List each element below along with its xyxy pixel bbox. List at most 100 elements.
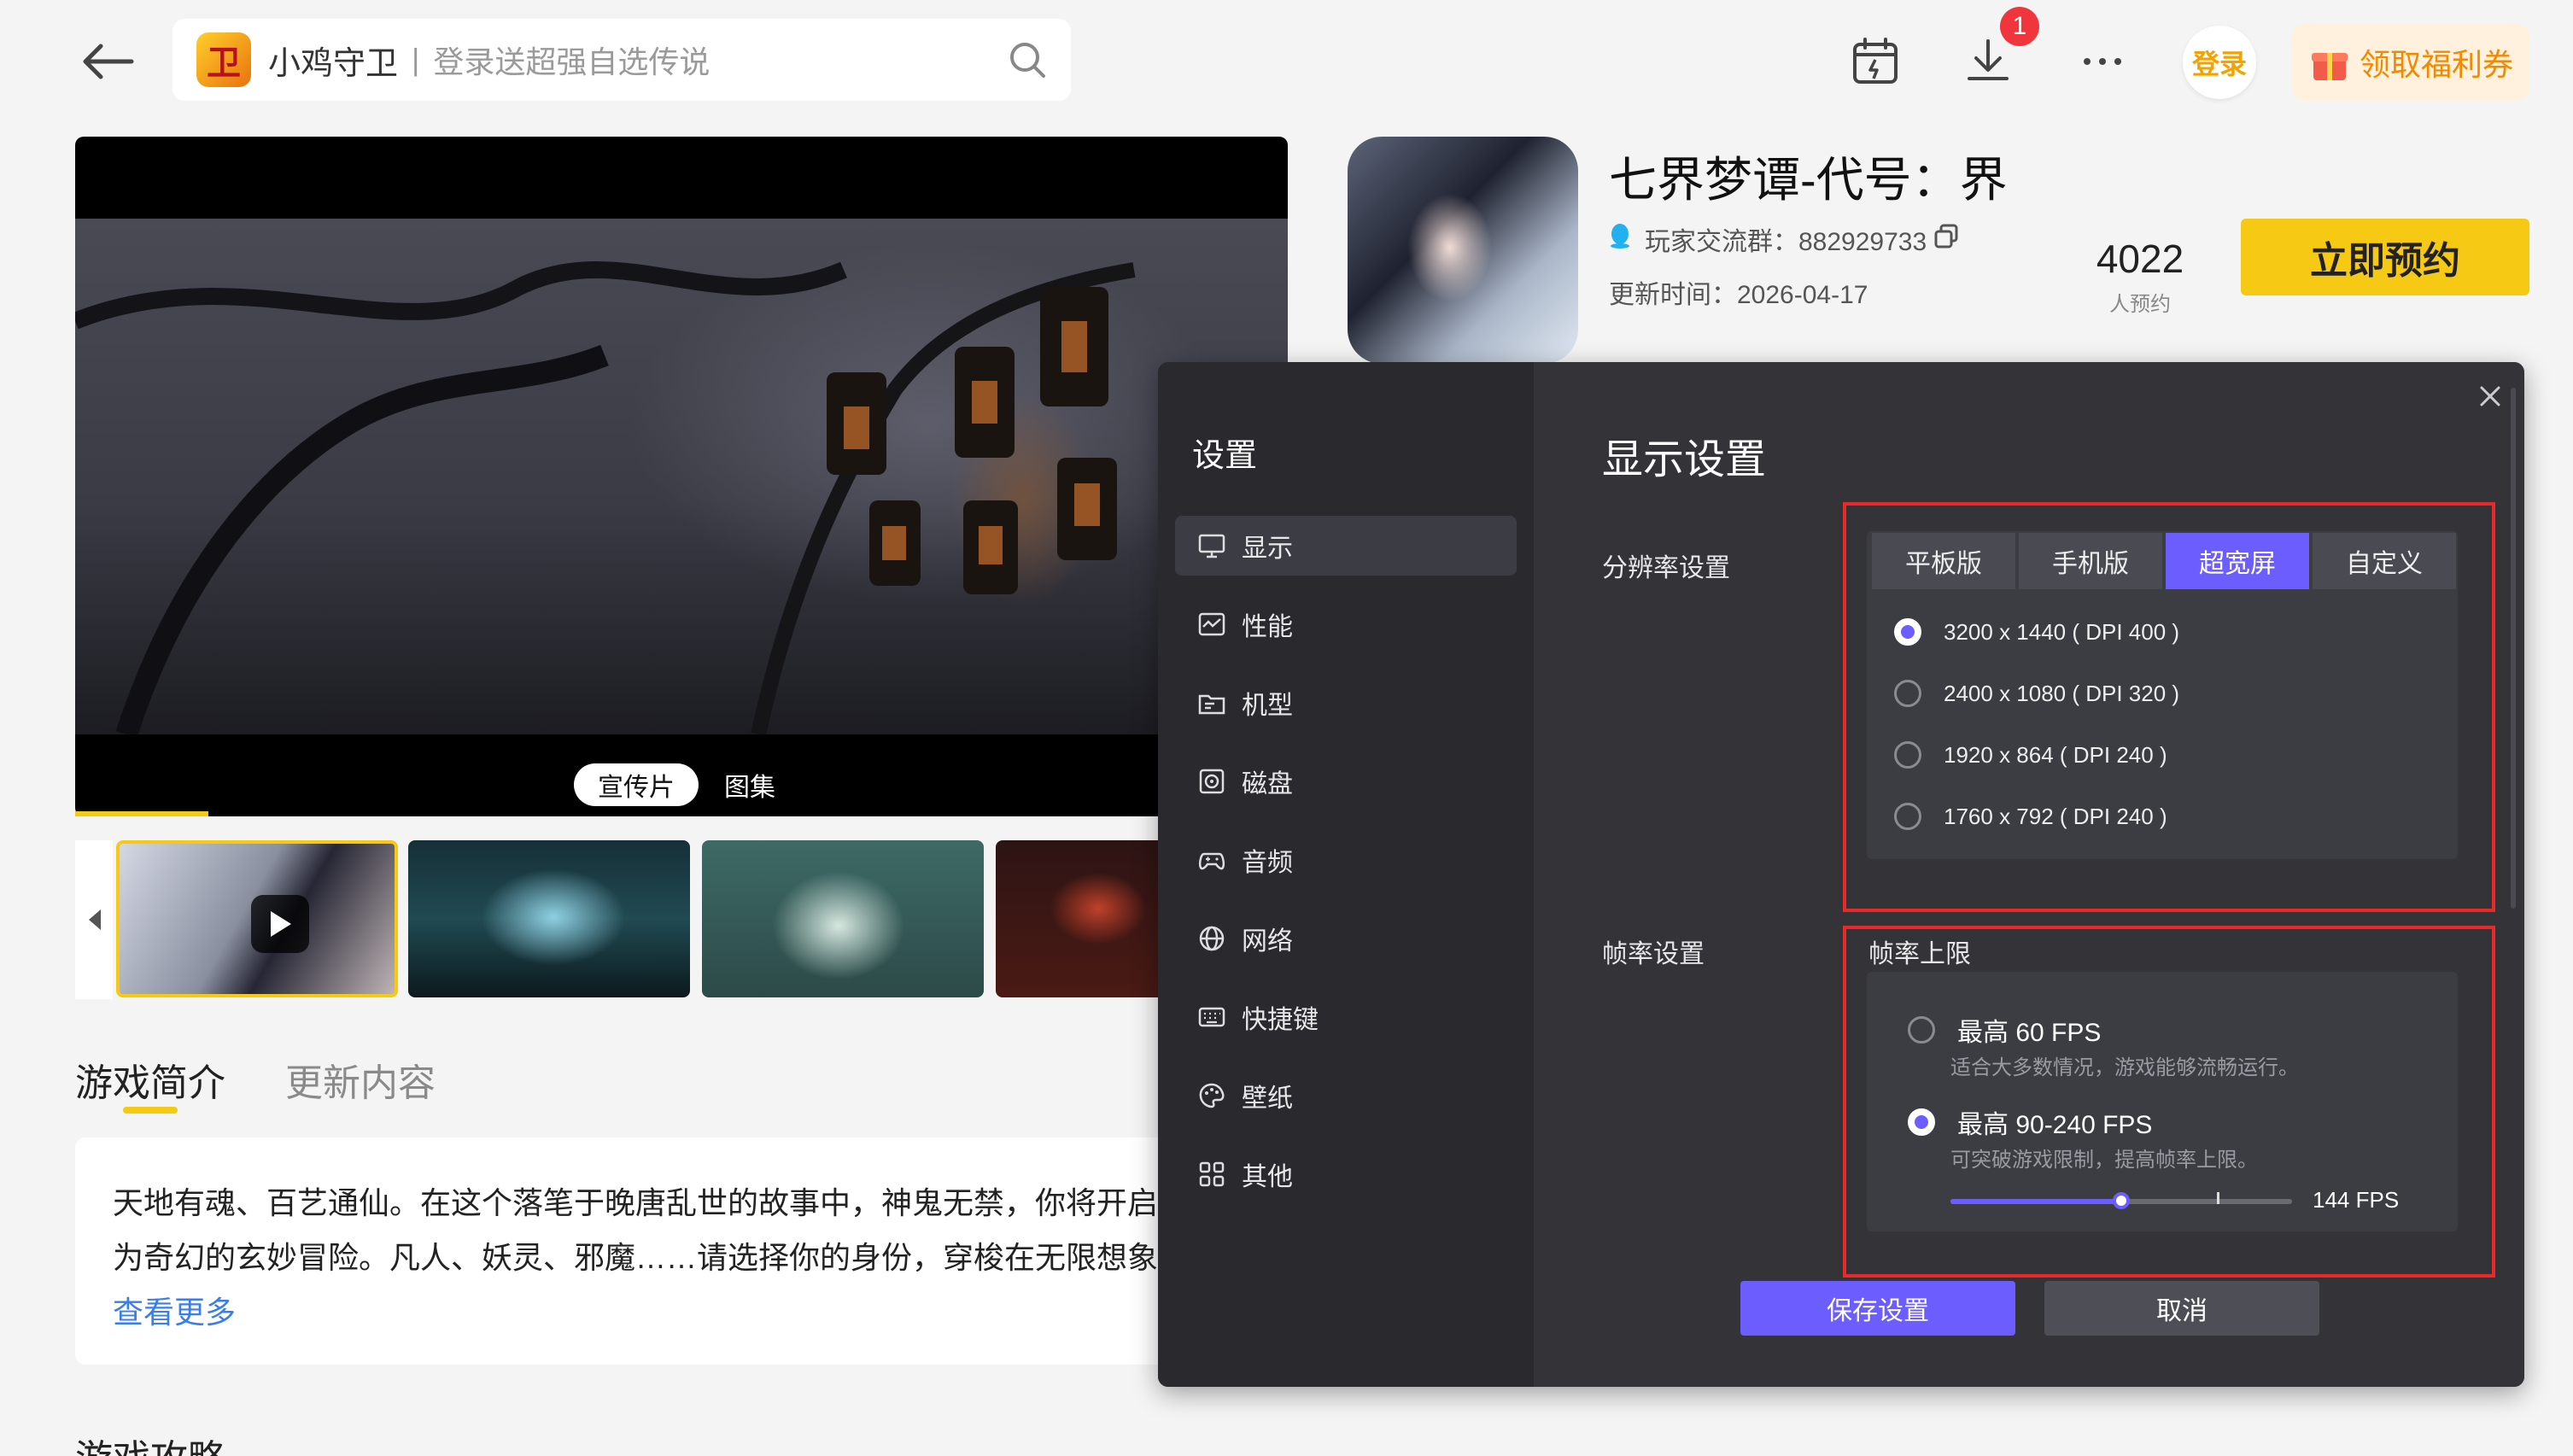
thumbnail-image[interactable] [702,840,984,997]
fps-option-label: 最高 60 FPS [1957,1019,2102,1047]
update-time-label: 更新时间：2026-04-17 [1609,281,1868,309]
grid-icon [1197,1160,1226,1189]
nav-item-shortcuts[interactable]: 快捷键 [1175,987,1517,1047]
nav-item-wallpaper[interactable]: 壁纸 [1175,1066,1517,1126]
nav-item-disk[interactable]: 磁盘 [1175,751,1517,811]
login-button[interactable]: 登录 [2183,26,2256,99]
video-progress-bar[interactable] [75,811,208,816]
resolution-option[interactable]: 1920 x 864 ( DPI 240 ) [1894,741,2167,769]
player-group-label: 玩家交流群：882929733 [1645,228,1927,256]
gift-icon [2311,53,2348,80]
nav-label: 机型 [1242,692,1293,720]
resolution-option-label: 3200 x 1440 ( DPI 400 ) [1944,618,2180,645]
radio-button[interactable] [1894,741,1921,769]
intro-text-line: 天地有魂、百艺通仙。在这个落笔于晚唐乱世的故事中，神鬼无禁，你将开启一 [113,1185,1190,1220]
fps-slider-handle[interactable] [2113,1192,2130,1209]
fps-option-label: 最高 90-240 FPS [1957,1111,2153,1139]
display-settings-title: 显示设置 [1602,437,1767,482]
download-icon[interactable] [1961,34,2015,89]
welfare-coupon-button[interactable]: 领取福利券 [2292,24,2529,101]
game-mini-icon: 卫 [196,32,251,87]
resolution-tabs: 平板版 手机版 超宽屏 自定义 [1872,533,2456,589]
nav-label: 快捷键 [1242,1006,1319,1034]
nav-item-audio[interactable]: 音频 [1175,830,1517,890]
thumbnail-image[interactable] [996,840,1167,997]
tab-promo-video[interactable]: 宣传片 [574,763,699,806]
resolution-label: 分辨率设置 [1602,554,1730,582]
nav-label: 性能 [1242,613,1293,641]
radio-button[interactable] [1894,803,1921,830]
see-more-link[interactable]: 查看更多 [113,1288,236,1332]
tab-custom[interactable]: 自定义 [2313,533,2456,589]
radio-button[interactable] [1908,1016,1935,1044]
resolution-option-label: 2400 x 1080 ( DPI 320 ) [1944,680,2180,706]
reserve-button[interactable]: 立即预约 [2241,219,2529,295]
search-bar[interactable]: 卫 小鸡守卫 | 登录送超强自选传说 [173,19,1071,101]
fps-option[interactable]: 最高 90-240 FPS [1908,1103,2152,1141]
save-settings-button[interactable]: 保存设置 [1740,1281,2015,1336]
tab-tablet[interactable]: 平板版 [1872,533,2015,589]
back-button[interactable] [79,36,140,87]
close-icon[interactable] [2473,379,2507,413]
resolution-option[interactable]: 2400 x 1080 ( DPI 320 ) [1894,680,2179,707]
tab-active-indicator [123,1107,178,1114]
arrow-left-icon [83,44,134,79]
radio-button[interactable] [1894,680,1921,707]
calendar-icon[interactable] [1848,34,1903,89]
qq-icon [1611,224,1629,249]
nav-item-display[interactable]: 显示 [1175,516,1517,576]
resolution-option[interactable]: 1760 x 792 ( DPI 240 ) [1894,803,2167,830]
thumbnail-video[interactable] [116,840,398,997]
nav-label: 磁盘 [1242,770,1293,798]
nav-label: 显示 [1242,535,1293,563]
tab-phone[interactable]: 手机版 [2019,533,2162,589]
fps-option[interactable]: 最高 60 FPS [1908,1011,2101,1049]
lantern-scene-image [75,261,1136,739]
radio-button[interactable] [1894,618,1921,646]
nav-item-network[interactable]: 网络 [1175,909,1517,968]
resolution-option-label: 1920 x 864 ( DPI 240 ) [1944,741,2167,768]
fps-option-description: 适合大多数情况，游戏能够流畅运行。 [1950,1056,2299,1079]
video-frame [75,219,1288,739]
search-placeholder[interactable]: 登录送超强自选传说 [433,38,1008,82]
disk-icon [1197,767,1226,796]
thumbnail-image[interactable] [408,840,690,997]
tab-ultrawide[interactable]: 超宽屏 [2166,533,2309,589]
cancel-button[interactable]: 取消 [2044,1281,2319,1336]
keyboard-icon [1197,1003,1226,1032]
search-icon[interactable] [1008,40,1047,79]
search-separator: | [412,42,420,77]
nav-item-performance[interactable]: 性能 [1175,594,1517,654]
radio-button[interactable] [1908,1108,1935,1136]
copy-icon[interactable] [1933,224,1959,249]
gamepad-icon [1197,845,1226,874]
caret-left-icon [89,909,101,930]
monitor-icon [1197,531,1226,560]
game-title: 七界梦谭-代号：界 [1609,153,2008,207]
nav-label: 其他 [1242,1163,1293,1191]
tab-update-content[interactable]: 更新内容 [285,1052,436,1107]
fps-settings-label: 帧率设置 [1602,940,1705,968]
nav-label: 壁纸 [1242,1085,1293,1113]
resolution-option[interactable]: 3200 x 1440 ( DPI 400 ) [1894,618,2179,646]
fps-option-description: 可突破游戏限制，提高帧率上限。 [1950,1149,2258,1172]
reserve-unit-label: 人预约 [2109,293,2171,316]
play-icon [251,895,309,953]
more-icon[interactable] [2075,34,2130,89]
fps-limit-title: 帧率上限 [1868,940,1971,968]
search-game-name: 小鸡守卫 [268,45,399,82]
nav-item-device-model[interactable]: 机型 [1175,673,1517,733]
folder-icon [1197,688,1226,717]
nav-item-other[interactable]: 其他 [1175,1144,1517,1204]
download-count-badge: 1 [2000,7,2039,46]
tab-gallery[interactable]: 图集 [707,763,792,806]
game-icon [1348,137,1578,364]
fps-slider-fill [1950,1199,2121,1204]
tab-game-intro[interactable]: 游戏简介 [75,1052,225,1107]
settings-sidebar-title: 设置 [1192,438,1258,474]
thumbnail-prev-button[interactable] [75,840,113,999]
video-player[interactable]: 宣传片 图集 [75,137,1288,816]
globe-icon [1197,924,1226,953]
settings-scrollbar[interactable] [2511,388,2516,909]
performance-icon [1197,610,1226,639]
